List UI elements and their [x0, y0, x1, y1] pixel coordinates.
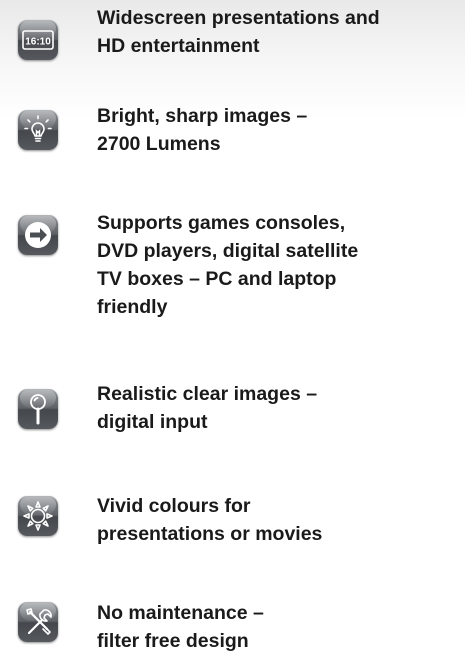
magnifier-icon — [18, 389, 58, 429]
feature-text-brightness: Bright, sharp images – 2700 Lumens — [97, 105, 308, 155]
feature-text-colours: Vivid colours for presentations or movie… — [97, 495, 323, 545]
feature-text-maintenance: No maintenance – filter free design — [97, 602, 264, 652]
feature-text-widescreen: Widescreen presentations and HD entertai… — [97, 7, 380, 57]
arrow-right-circle-icon — [18, 215, 58, 255]
sun-icon — [18, 496, 58, 536]
widescreen-16-10-icon: 16:10 — [18, 20, 58, 60]
feature-text-clarity: Realistic clear images – digital input — [97, 383, 318, 433]
widescreen-icon-label: 16:10 — [25, 37, 51, 48]
feature-text-connectivity: Supports games consoles, DVD players, di… — [97, 212, 359, 318]
tools-icon — [18, 602, 58, 642]
lightbulb-icon — [18, 110, 58, 150]
